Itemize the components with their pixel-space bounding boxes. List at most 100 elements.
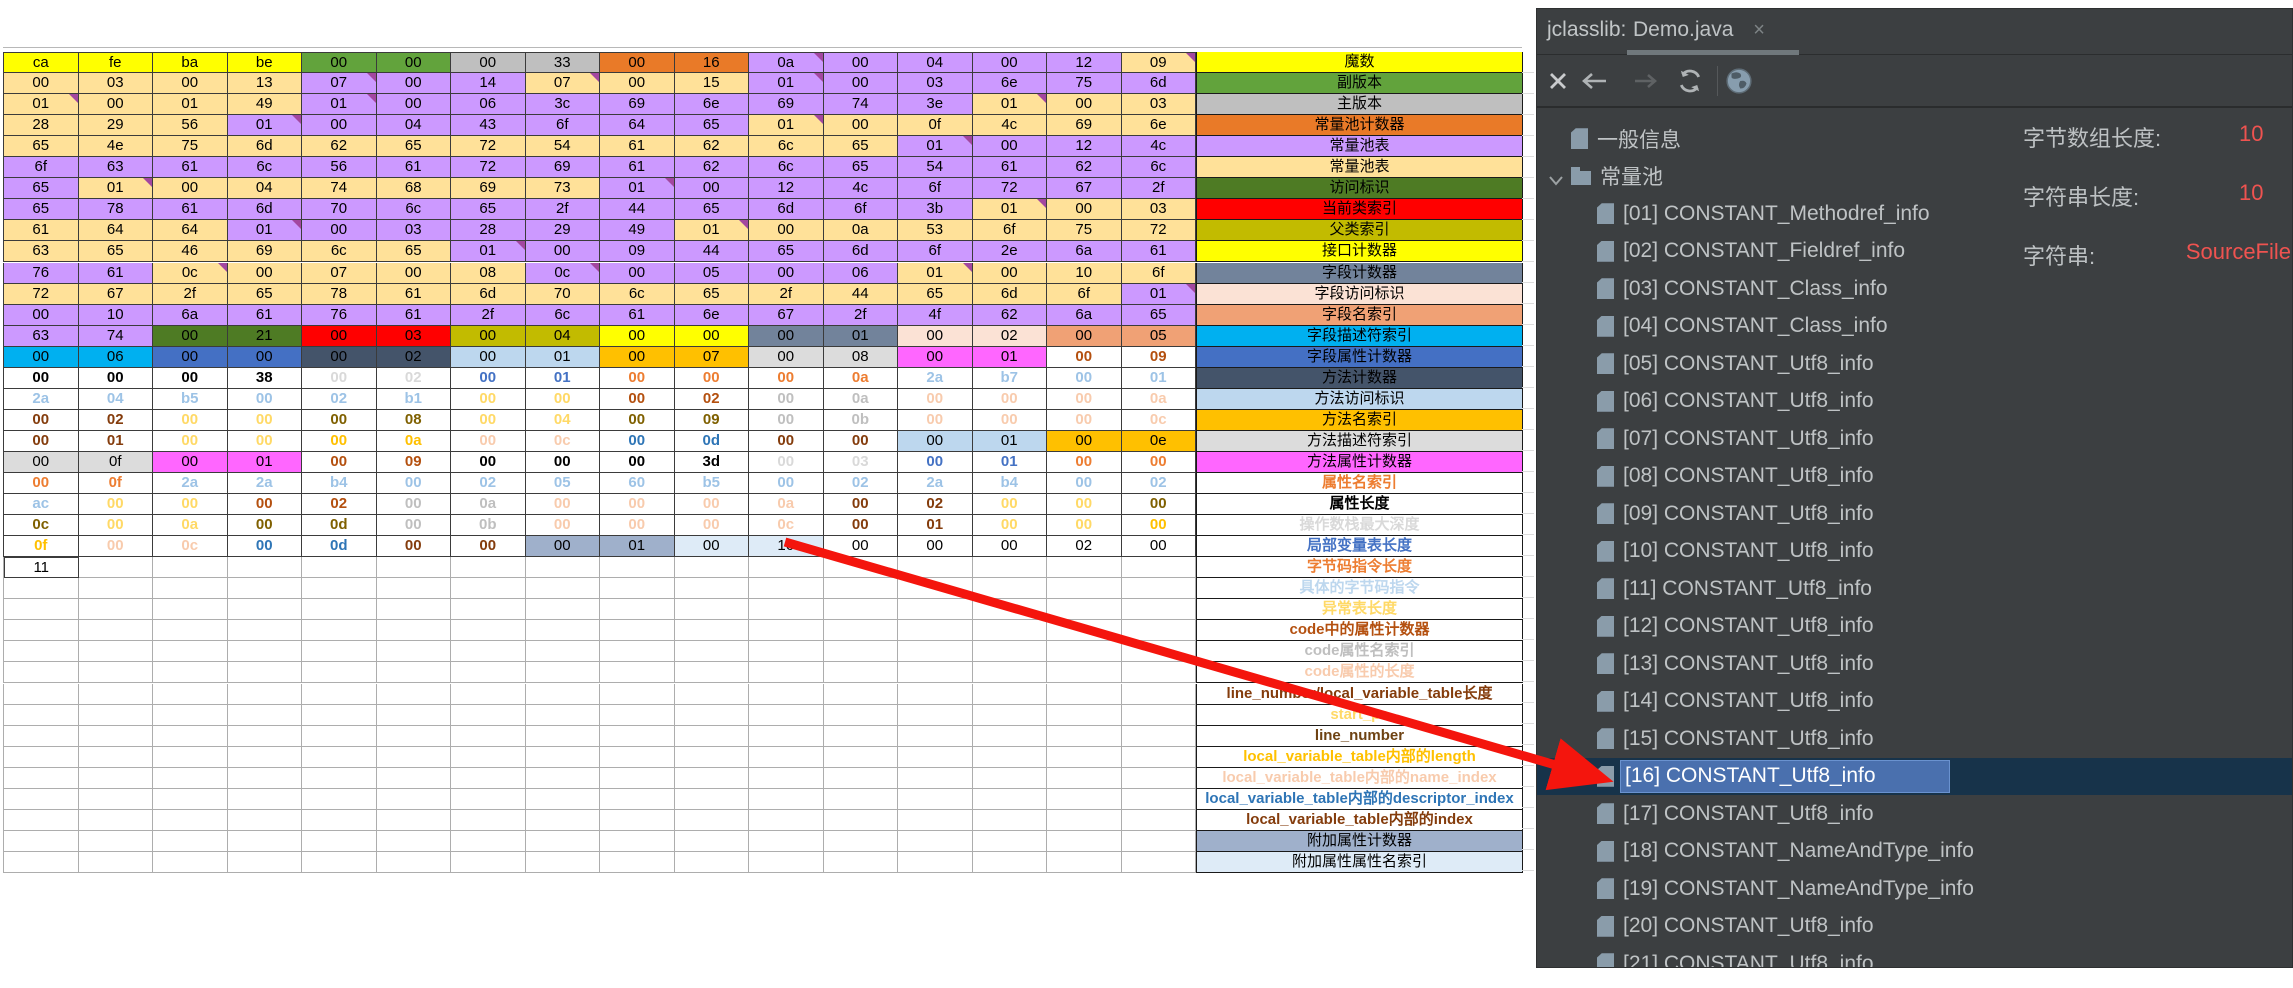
- hex-cell[interactable]: 62: [675, 157, 750, 178]
- hex-cell[interactable]: 0a: [1122, 389, 1197, 410]
- hex-cell[interactable]: [153, 852, 228, 873]
- hex-cell[interactable]: 04: [79, 389, 154, 410]
- hex-cell[interactable]: [451, 620, 526, 641]
- hex-cell[interactable]: 04: [526, 326, 601, 347]
- hex-cell[interactable]: [749, 831, 824, 852]
- field-label-cell[interactable]: 访问标识: [1196, 178, 1523, 199]
- hex-cell[interactable]: 65: [675, 199, 750, 220]
- hex-cell[interactable]: [377, 620, 452, 641]
- hex-cell[interactable]: 00: [973, 515, 1048, 536]
- hex-cell[interactable]: b4: [973, 473, 1048, 494]
- hex-cell[interactable]: [228, 726, 303, 747]
- hex-cell[interactable]: 6c: [749, 136, 824, 157]
- hex-cell[interactable]: 6c: [526, 305, 601, 326]
- hex-cell[interactable]: 3d: [675, 452, 750, 473]
- hex-cell[interactable]: [4, 684, 79, 705]
- hex-cell[interactable]: [1122, 578, 1197, 599]
- hex-cell[interactable]: 70: [302, 199, 377, 220]
- hex-cell[interactable]: 02: [302, 389, 377, 410]
- hex-cell[interactable]: 01: [302, 94, 377, 115]
- hex-cell[interactable]: 16: [675, 52, 750, 73]
- hex-cell[interactable]: 6f: [1047, 284, 1122, 305]
- hex-cell[interactable]: [824, 747, 899, 768]
- hex-cell[interactable]: 04: [228, 178, 303, 199]
- hex-cell[interactable]: 65: [451, 199, 526, 220]
- hex-cell[interactable]: [749, 726, 824, 747]
- field-label-cell[interactable]: local_variable_table内部的length: [1196, 747, 1523, 768]
- hex-cell[interactable]: 00: [600, 389, 675, 410]
- hex-cell[interactable]: 6c: [228, 157, 303, 178]
- hex-cell[interactable]: [79, 831, 154, 852]
- tree-item[interactable]: [13] CONSTANT_Utf8_info: [1537, 645, 2292, 683]
- hex-cell[interactable]: 00: [675, 536, 750, 557]
- hex-cell[interactable]: [749, 599, 824, 620]
- field-label-cell[interactable]: 具体的字节码指令: [1196, 578, 1523, 599]
- hex-cell[interactable]: 44: [600, 199, 675, 220]
- hex-cell[interactable]: 00: [79, 536, 154, 557]
- hex-cell[interactable]: 6f: [4, 157, 79, 178]
- hex-cell[interactable]: [600, 810, 675, 831]
- hex-cell[interactable]: 01: [153, 94, 228, 115]
- hex-cell[interactable]: 0b: [451, 515, 526, 536]
- hex-cell[interactable]: [973, 705, 1048, 726]
- hex-cell[interactable]: 00: [1047, 368, 1122, 389]
- hex-cell[interactable]: 00: [451, 431, 526, 452]
- hex-cell[interactable]: [79, 557, 154, 578]
- hex-cell[interactable]: [79, 768, 154, 789]
- hex-cell[interactable]: 00: [302, 410, 377, 431]
- hex-cell[interactable]: 00: [1047, 389, 1122, 410]
- hex-cell[interactable]: 00: [1047, 431, 1122, 452]
- hex-cell[interactable]: [898, 578, 973, 599]
- hex-cell[interactable]: 4c: [824, 178, 899, 199]
- hex-cell[interactable]: [973, 557, 1048, 578]
- hex-cell[interactable]: [749, 705, 824, 726]
- hex-cell[interactable]: 07: [675, 347, 750, 368]
- hex-cell[interactable]: 01: [749, 115, 824, 136]
- tree-item[interactable]: [06] CONSTANT_Utf8_info: [1537, 383, 2292, 421]
- hex-cell[interactable]: [302, 599, 377, 620]
- hex-cell[interactable]: b5: [675, 473, 750, 494]
- hex-cell[interactable]: [675, 789, 750, 810]
- hex-cell[interactable]: [377, 789, 452, 810]
- hex-cell[interactable]: 00: [898, 452, 973, 473]
- hex-cell[interactable]: [377, 641, 452, 662]
- hex-cell[interactable]: 0c: [526, 431, 601, 452]
- hex-cell[interactable]: [1122, 557, 1197, 578]
- field-label-cell[interactable]: 字段访问标识: [1196, 284, 1523, 305]
- hex-cell[interactable]: 65: [4, 178, 79, 199]
- field-label-cell[interactable]: 字段属性计数器: [1196, 347, 1523, 368]
- hex-cell[interactable]: 00: [79, 368, 154, 389]
- hex-cell[interactable]: [377, 578, 452, 599]
- hex-cell[interactable]: 61: [377, 305, 452, 326]
- field-label-cell[interactable]: 方法名索引: [1196, 410, 1523, 431]
- tree-item[interactable]: [17] CONSTANT_Utf8_info: [1537, 795, 2292, 833]
- field-label-cell[interactable]: code属性的长度: [1196, 662, 1523, 683]
- hex-cell[interactable]: 00: [4, 410, 79, 431]
- hex-cell[interactable]: 00: [824, 52, 899, 73]
- hex-cell[interactable]: 00: [4, 431, 79, 452]
- hex-cell[interactable]: 75: [153, 136, 228, 157]
- hex-cell[interactable]: 00: [600, 347, 675, 368]
- hex-cell[interactable]: 00: [526, 515, 601, 536]
- hex-cell[interactable]: 00: [600, 73, 675, 94]
- hex-cell[interactable]: 00: [600, 494, 675, 515]
- hex-cell[interactable]: [377, 662, 452, 683]
- hex-cell[interactable]: 00: [451, 52, 526, 73]
- hex-cell[interactable]: 00: [749, 347, 824, 368]
- hex-cell[interactable]: 02: [973, 326, 1048, 347]
- hex-cell[interactable]: [302, 705, 377, 726]
- hex-cell[interactable]: 00: [302, 347, 377, 368]
- hex-cell[interactable]: 00: [675, 515, 750, 536]
- field-label-cell[interactable]: local_variable_table内部的descriptor_index: [1196, 789, 1523, 810]
- hex-cell[interactable]: 62: [302, 136, 377, 157]
- hex-cell[interactable]: b7: [973, 368, 1048, 389]
- chevron-down-icon[interactable]: [1548, 170, 1564, 194]
- hex-cell[interactable]: [79, 599, 154, 620]
- hex-cell[interactable]: 6f: [1122, 263, 1197, 284]
- hex-cell[interactable]: [675, 768, 750, 789]
- hex-cell[interactable]: [451, 852, 526, 873]
- hex-cell[interactable]: 12: [1047, 52, 1122, 73]
- hex-cell[interactable]: 63: [4, 326, 79, 347]
- hex-cell[interactable]: 00: [600, 515, 675, 536]
- hex-cell[interactable]: 69: [600, 94, 675, 115]
